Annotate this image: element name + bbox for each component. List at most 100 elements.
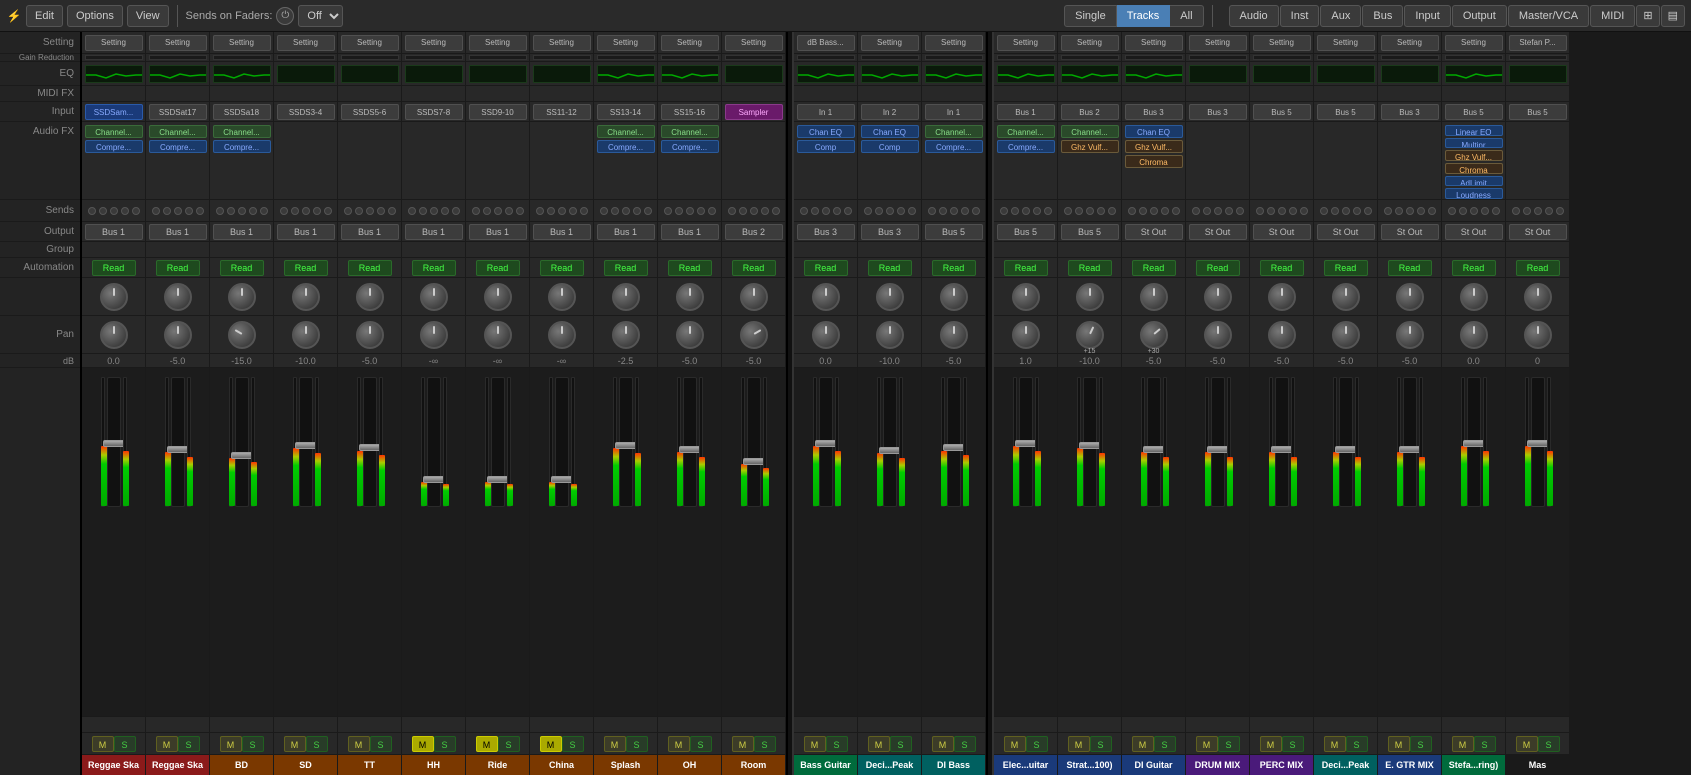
mute-btn[interactable]: M	[1068, 736, 1090, 752]
pan-knob[interactable]	[1460, 321, 1488, 349]
channel-name[interactable]: Strat...100)	[1058, 755, 1121, 775]
solo-btn[interactable]: S	[1218, 736, 1240, 752]
pan-knob[interactable]	[1268, 321, 1296, 349]
fader-track[interactable]	[883, 377, 897, 507]
setting-btn[interactable]: Setting	[213, 35, 271, 51]
setting-btn[interactable]: Setting	[1061, 35, 1119, 51]
fx-slot[interactable]: Ghz Vulf...	[1445, 150, 1503, 161]
setting-btn[interactable]: Setting	[149, 35, 207, 51]
read-btn[interactable]: Read	[540, 260, 584, 276]
solo-btn[interactable]: S	[1538, 736, 1560, 752]
vol-knob[interactable]	[1204, 283, 1232, 311]
mute-btn[interactable]: M	[1516, 736, 1538, 752]
channel-name[interactable]: DRUM MIX	[1186, 755, 1249, 775]
read-btn[interactable]: Read	[1196, 260, 1240, 276]
fader-track[interactable]	[1019, 377, 1033, 507]
fx-slot[interactable]: Channel...	[597, 125, 655, 138]
vol-knob[interactable]	[812, 283, 840, 311]
channel-name[interactable]: DI Guitar	[1122, 755, 1185, 775]
channel-name[interactable]: PERC MIX	[1250, 755, 1313, 775]
fx-slot[interactable]: Compre...	[661, 140, 719, 153]
pan-knob[interactable]	[292, 321, 320, 349]
fader-handle[interactable]	[1079, 442, 1101, 449]
channel-name[interactable]: Mas	[1506, 755, 1569, 775]
fader-handle[interactable]	[1015, 440, 1037, 447]
fader-handle[interactable]	[103, 440, 125, 447]
output-btn[interactable]: St Out	[1445, 224, 1503, 240]
solo-btn[interactable]: S	[890, 736, 912, 752]
solo-btn[interactable]: S	[626, 736, 648, 752]
setting-btn[interactable]: Setting	[725, 35, 783, 51]
solo-btn[interactable]: S	[1026, 736, 1048, 752]
output-btn[interactable]: Bus 1	[277, 224, 335, 240]
vol-knob[interactable]	[1460, 283, 1488, 311]
fader-handle[interactable]	[1463, 440, 1485, 447]
fader-track[interactable]	[235, 377, 249, 507]
setting-btn[interactable]: Setting	[85, 35, 143, 51]
fx-slot[interactable]: Compre...	[149, 140, 207, 153]
channel-name[interactable]: Reggae Ska	[82, 755, 145, 775]
channel-name[interactable]: Reggae Ska	[146, 755, 209, 775]
read-btn[interactable]: Read	[476, 260, 520, 276]
mute-btn[interactable]: M	[1324, 736, 1346, 752]
fader-handle[interactable]	[1143, 446, 1165, 453]
read-btn[interactable]: Read	[668, 260, 712, 276]
setting-btn[interactable]: Setting	[533, 35, 591, 51]
fader-handle[interactable]	[815, 440, 837, 447]
solo-btn[interactable]: S	[754, 736, 776, 752]
channel-name[interactable]: Room	[722, 755, 785, 775]
vol-knob[interactable]	[484, 283, 512, 311]
mute-btn[interactable]: M	[668, 736, 690, 752]
solo-btn[interactable]: S	[498, 736, 520, 752]
vol-knob[interactable]	[164, 283, 192, 311]
channel-name[interactable]: Ride	[466, 755, 529, 775]
output-btn[interactable]: Bus 3	[797, 224, 855, 240]
channel-name[interactable]: BD	[210, 755, 273, 775]
output-btn[interactable]: Bus 1	[533, 224, 591, 240]
solo-btn[interactable]: S	[1410, 736, 1432, 752]
read-btn[interactable]: Read	[868, 260, 912, 276]
channel-name[interactable]: E. GTR MIX	[1378, 755, 1441, 775]
fader-handle[interactable]	[167, 446, 189, 453]
vol-knob[interactable]	[420, 283, 448, 311]
read-btn[interactable]: Read	[1388, 260, 1432, 276]
vol-knob[interactable]	[1524, 283, 1552, 311]
fader-handle[interactable]	[943, 444, 965, 451]
tab-all[interactable]: All	[1170, 5, 1203, 27]
tab-mastervca[interactable]: Master/VCA	[1508, 5, 1589, 27]
fx-slot[interactable]: Compre...	[213, 140, 271, 153]
fx-slot[interactable]: Multipr	[1445, 138, 1503, 149]
tab-bus[interactable]: Bus	[1362, 5, 1403, 27]
output-btn[interactable]: St Out	[1125, 224, 1183, 240]
fx-slot[interactable]: Ghz Vulf...	[1061, 140, 1119, 153]
fx-slot[interactable]: Comp	[861, 140, 919, 153]
fader-track[interactable]	[555, 377, 569, 507]
fader-track[interactable]	[491, 377, 505, 507]
mute-btn[interactable]: M	[1132, 736, 1154, 752]
vol-knob[interactable]	[1140, 283, 1168, 311]
setting-btn[interactable]: Setting	[1445, 35, 1503, 51]
fx-slot[interactable]: Compre...	[997, 140, 1055, 153]
solo-btn[interactable]: S	[306, 736, 328, 752]
fx-slot[interactable]: AdLimit	[1445, 176, 1503, 187]
pan-knob[interactable]	[164, 321, 192, 349]
read-btn[interactable]: Read	[92, 260, 136, 276]
pan-knob[interactable]	[100, 321, 128, 349]
vol-knob[interactable]	[1396, 283, 1424, 311]
mute-btn[interactable]: M	[932, 736, 954, 752]
read-btn[interactable]: Read	[220, 260, 264, 276]
vol-knob[interactable]	[940, 283, 968, 311]
channel-name[interactable]: Deci...Peak	[858, 755, 921, 775]
output-btn[interactable]: St Out	[1381, 224, 1439, 240]
mute-btn[interactable]: M	[1388, 736, 1410, 752]
mute-btn[interactable]: M	[868, 736, 890, 752]
read-btn[interactable]: Read	[1004, 260, 1048, 276]
fx-slot[interactable]: Compre...	[597, 140, 655, 153]
fader-track[interactable]	[1275, 377, 1289, 507]
output-btn[interactable]: Bus 1	[85, 224, 143, 240]
output-btn[interactable]: Bus 1	[149, 224, 207, 240]
mute-btn[interactable]: M	[348, 736, 370, 752]
channel-name[interactable]: Deci...Peak	[1314, 755, 1377, 775]
fader-track[interactable]	[947, 377, 961, 507]
output-btn[interactable]: Bus 1	[213, 224, 271, 240]
